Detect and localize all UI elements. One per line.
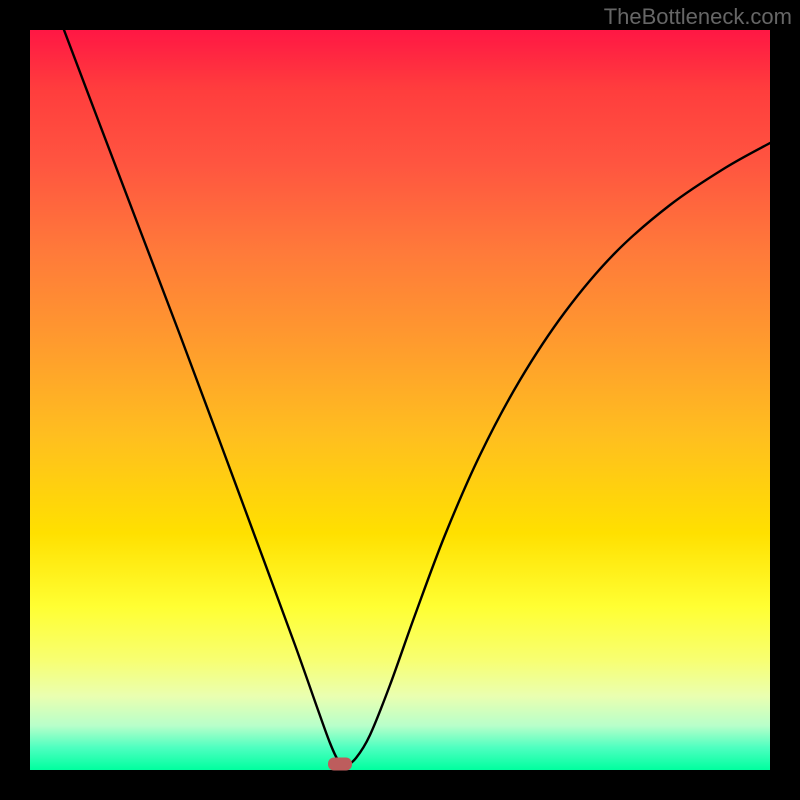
plot-area (30, 30, 770, 770)
watermark-text: TheBottleneck.com (604, 4, 792, 30)
minimum-marker (328, 758, 352, 771)
bottleneck-curve (30, 30, 770, 770)
